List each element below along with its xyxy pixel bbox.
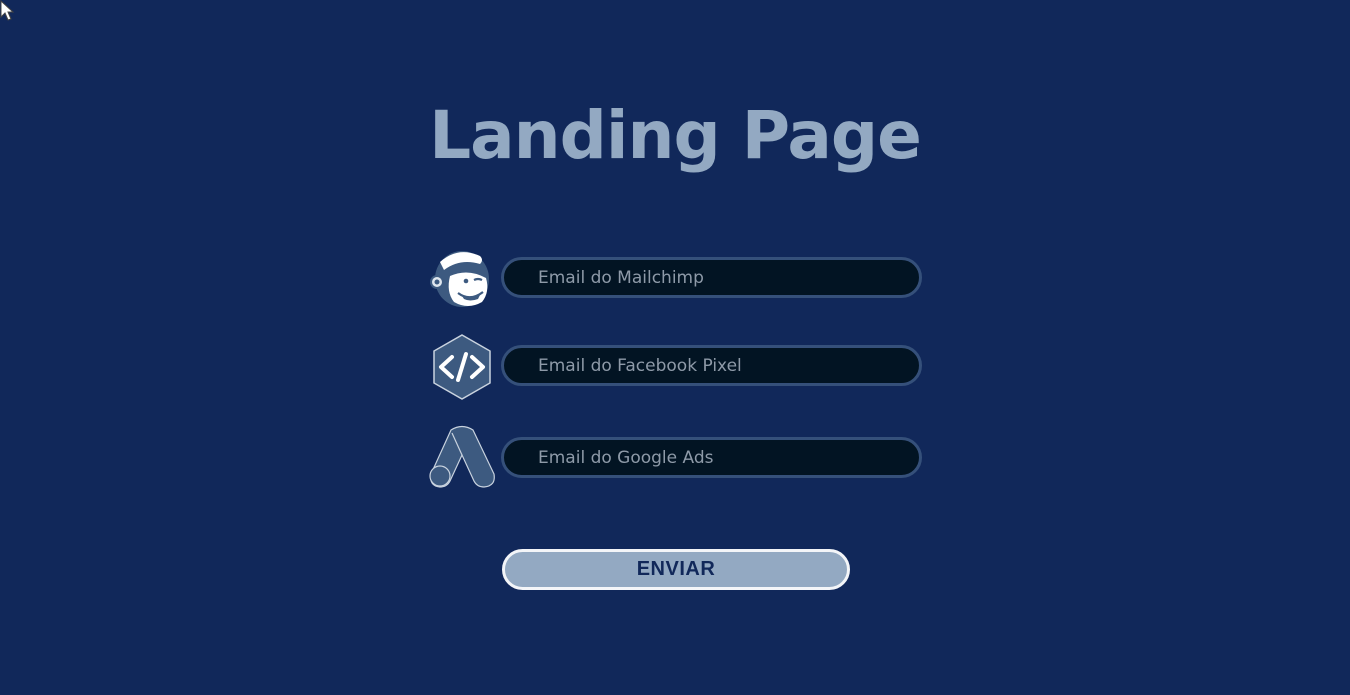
google-ads-icon [429, 425, 495, 488]
google-ads-row [428, 425, 928, 492]
mailchimp-row [428, 248, 928, 312]
mouse-cursor-icon [0, 0, 14, 21]
mailchimp-email-input[interactable] [501, 257, 922, 298]
mailchimp-icon [430, 251, 489, 307]
code-icon [433, 334, 491, 400]
facebook-pixel-row [428, 334, 928, 400]
facebook-pixel-email-input[interactable] [501, 345, 922, 386]
landing-page: Landing Page Email do Mailchimp Email do… [0, 0, 1350, 695]
page-title: Landing Page [429, 97, 922, 174]
submit-button[interactable]: ENVIAR [502, 549, 850, 590]
google-ads-email-input[interactable] [501, 437, 922, 478]
